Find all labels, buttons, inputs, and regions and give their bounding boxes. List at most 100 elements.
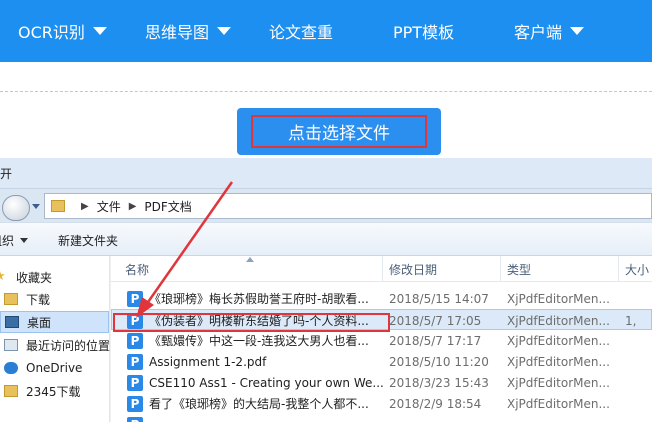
column-header-size[interactable]: 大小 [619, 256, 652, 282]
page: OCR识别 思维导图 论文查重 PPT模板 客户端 点击选择文件 打开 [0, 0, 652, 422]
new-folder-button[interactable]: 新建文件夹 [58, 223, 118, 257]
nav-pane-label: 最近访问的位置 [26, 338, 111, 353]
file-type: XjPdfEditorMen... [507, 354, 610, 369]
choose-file-label: 点击选择文件 [251, 115, 427, 148]
file-date: 2018/5/7 17:05 [389, 313, 482, 328]
column-name-label: 名称 [125, 262, 150, 277]
nav-pane-2345-downloads[interactable]: 2345下载 [4, 380, 81, 402]
file-date: 2018/2/9 18:54 [389, 396, 482, 411]
top-nav-bar: OCR识别 思维导图 论文查重 PPT模板 客户端 [0, 0, 652, 62]
dialog-toolbar: 组织 新建文件夹 [0, 222, 652, 256]
file-row-partial[interactable]: P [111, 414, 652, 422]
nav-pane-label: 下载 [26, 292, 51, 307]
nav-pane-favorites[interactable]: ★ 收藏夹 [0, 266, 52, 288]
navigation-pane: ★ 收藏夹 下载 桌面 最近访问的位置 OneDrive 2345下载 [0, 256, 110, 422]
file-row[interactable]: P 《甄嬛传》中这一段-连我这大男人也看... 2018/5/7 17:17 Xj… [111, 330, 652, 351]
file-type: XjPdfEditorMen... [507, 291, 610, 306]
chevron-down-icon [20, 237, 29, 243]
highlight-box [113, 313, 390, 332]
file-date: 2018/3/23 15:43 [389, 375, 489, 390]
dialog-title: 打开 [0, 166, 13, 181]
file-type: XjPdfEditorMen... [507, 375, 610, 390]
folder-icon [4, 293, 18, 305]
new-folder-label: 新建文件夹 [58, 233, 119, 248]
file-size [625, 372, 652, 393]
column-header-name[interactable]: 名称 [119, 256, 383, 282]
nav-plagiarism-label: 论文查重 [269, 23, 334, 42]
breadcrumb-folder[interactable]: PDF文档 [144, 198, 191, 215]
column-size-label: 大小 [625, 262, 650, 277]
pdf-file-icon: P [127, 416, 143, 422]
chevron-down-icon [92, 27, 107, 35]
dialog-title-bar: 打开 [0, 158, 652, 188]
chevron-down-icon [570, 27, 585, 35]
file-size [625, 393, 652, 414]
pdf-file-icon: P [127, 290, 143, 307]
breadcrumb-separator-icon: ▶ [81, 200, 89, 212]
nav-pane-onedrive[interactable]: OneDrive [4, 357, 82, 379]
file-size [625, 330, 652, 351]
organize-label: 组织 [0, 233, 15, 248]
folder-icon [4, 385, 18, 397]
address-bar: ▶ 文件 ▶ PDF文档 [0, 188, 652, 222]
nav-mindmap[interactable]: 思维导图 [145, 0, 232, 62]
nav-ocr[interactable]: OCR识别 [18, 0, 107, 62]
nav-pane-recent[interactable]: 最近访问的位置 [4, 334, 110, 356]
file-list: 名称 修改日期 类型 大小 P 《琅琊榜》梅长苏假助誉王府时-胡歌看... 201… [111, 256, 652, 422]
back-button[interactable] [2, 195, 30, 221]
file-size: 1, [625, 313, 637, 328]
nav-pane-label: 收藏夹 [16, 270, 53, 285]
file-row[interactable]: P CSE110 Ass1 - Creating your own We... 2… [111, 372, 652, 393]
column-type-label: 类型 [507, 262, 532, 277]
cloud-icon [4, 362, 18, 374]
file-type: XjPdfEditorMen... [507, 333, 610, 348]
file-type: XjPdfEditorMen... [507, 313, 610, 328]
nav-pane-downloads[interactable]: 下载 [4, 288, 50, 310]
nav-ppt-label: PPT模板 [393, 23, 455, 42]
organize-menu[interactable]: 组织 [0, 223, 29, 257]
address-field[interactable]: ▶ 文件 ▶ PDF文档 [44, 193, 652, 219]
pdf-file-icon: P [127, 332, 143, 349]
file-size [625, 288, 652, 309]
pdf-file-icon: P [127, 353, 143, 370]
desktop-icon [5, 316, 19, 328]
file-row[interactable]: P 看了《琅琊榜》的大结局-我整个人都不... 2018/2/9 18:54 Xj… [111, 393, 652, 414]
dashed-divider [0, 91, 652, 92]
file-date: 2018/5/7 17:17 [389, 333, 482, 348]
file-type: XjPdfEditorMen... [507, 396, 610, 411]
column-header-date[interactable]: 修改日期 [383, 256, 501, 282]
nav-ocr-label: OCR识别 [18, 23, 85, 42]
nav-mindmap-label: 思维导图 [145, 23, 210, 42]
nav-ppt-templates[interactable]: PPT模板 [393, 0, 454, 62]
pdf-file-icon: P [127, 374, 143, 391]
choose-file-button[interactable]: 点击选择文件 [237, 108, 441, 155]
file-name: 看了《琅琊榜》的大结局-我整个人都不... [149, 397, 369, 411]
nav-pane-label: OneDrive [26, 361, 83, 375]
breadcrumb-separator-icon: ▶ [128, 200, 137, 212]
nav-pane-label: 2345下载 [26, 384, 81, 399]
pdf-file-icon: P [127, 395, 143, 412]
column-header-type[interactable]: 类型 [501, 256, 619, 282]
chevron-down-icon [217, 27, 232, 35]
file-row[interactable]: P Assignment 1-2.pdf 2018/5/10 11:20 XjPd… [111, 351, 652, 372]
folder-icon [51, 200, 65, 212]
file-date: 2018/5/15 14:07 [389, 291, 489, 306]
open-file-dialog: 打开 ▶ 文件 ▶ PDF文档 组织 新建文件夹 [0, 158, 652, 422]
file-name: 《琅琊榜》梅长苏假助誉王府时-胡歌看... [149, 292, 369, 306]
file-date: 2018/5/10 11:20 [389, 354, 489, 369]
file-size [625, 351, 652, 372]
nav-client[interactable]: 客户端 [514, 0, 585, 62]
nav-plagiarism[interactable]: 论文查重 [269, 0, 333, 62]
file-row[interactable]: P 《琅琊榜》梅长苏假助誉王府时-胡歌看... 2018/5/15 14:07 X… [111, 288, 652, 309]
nav-client-label: 客户端 [514, 23, 563, 42]
file-name: CSE110 Ass1 - Creating your own We... [149, 375, 383, 390]
file-name: 《甄嬛传》中这一段-连我这大男人也看... [149, 334, 369, 348]
nav-pane-desktop[interactable]: 桌面 [0, 311, 109, 333]
history-dropdown-icon[interactable] [32, 204, 40, 209]
recent-icon [4, 339, 18, 351]
breadcrumb-root[interactable]: 文件 [97, 198, 121, 215]
star-icon: ★ [0, 270, 8, 283]
file-name: Assignment 1-2.pdf [149, 354, 267, 369]
column-date-label: 修改日期 [389, 262, 438, 277]
nav-pane-label: 桌面 [27, 315, 52, 330]
